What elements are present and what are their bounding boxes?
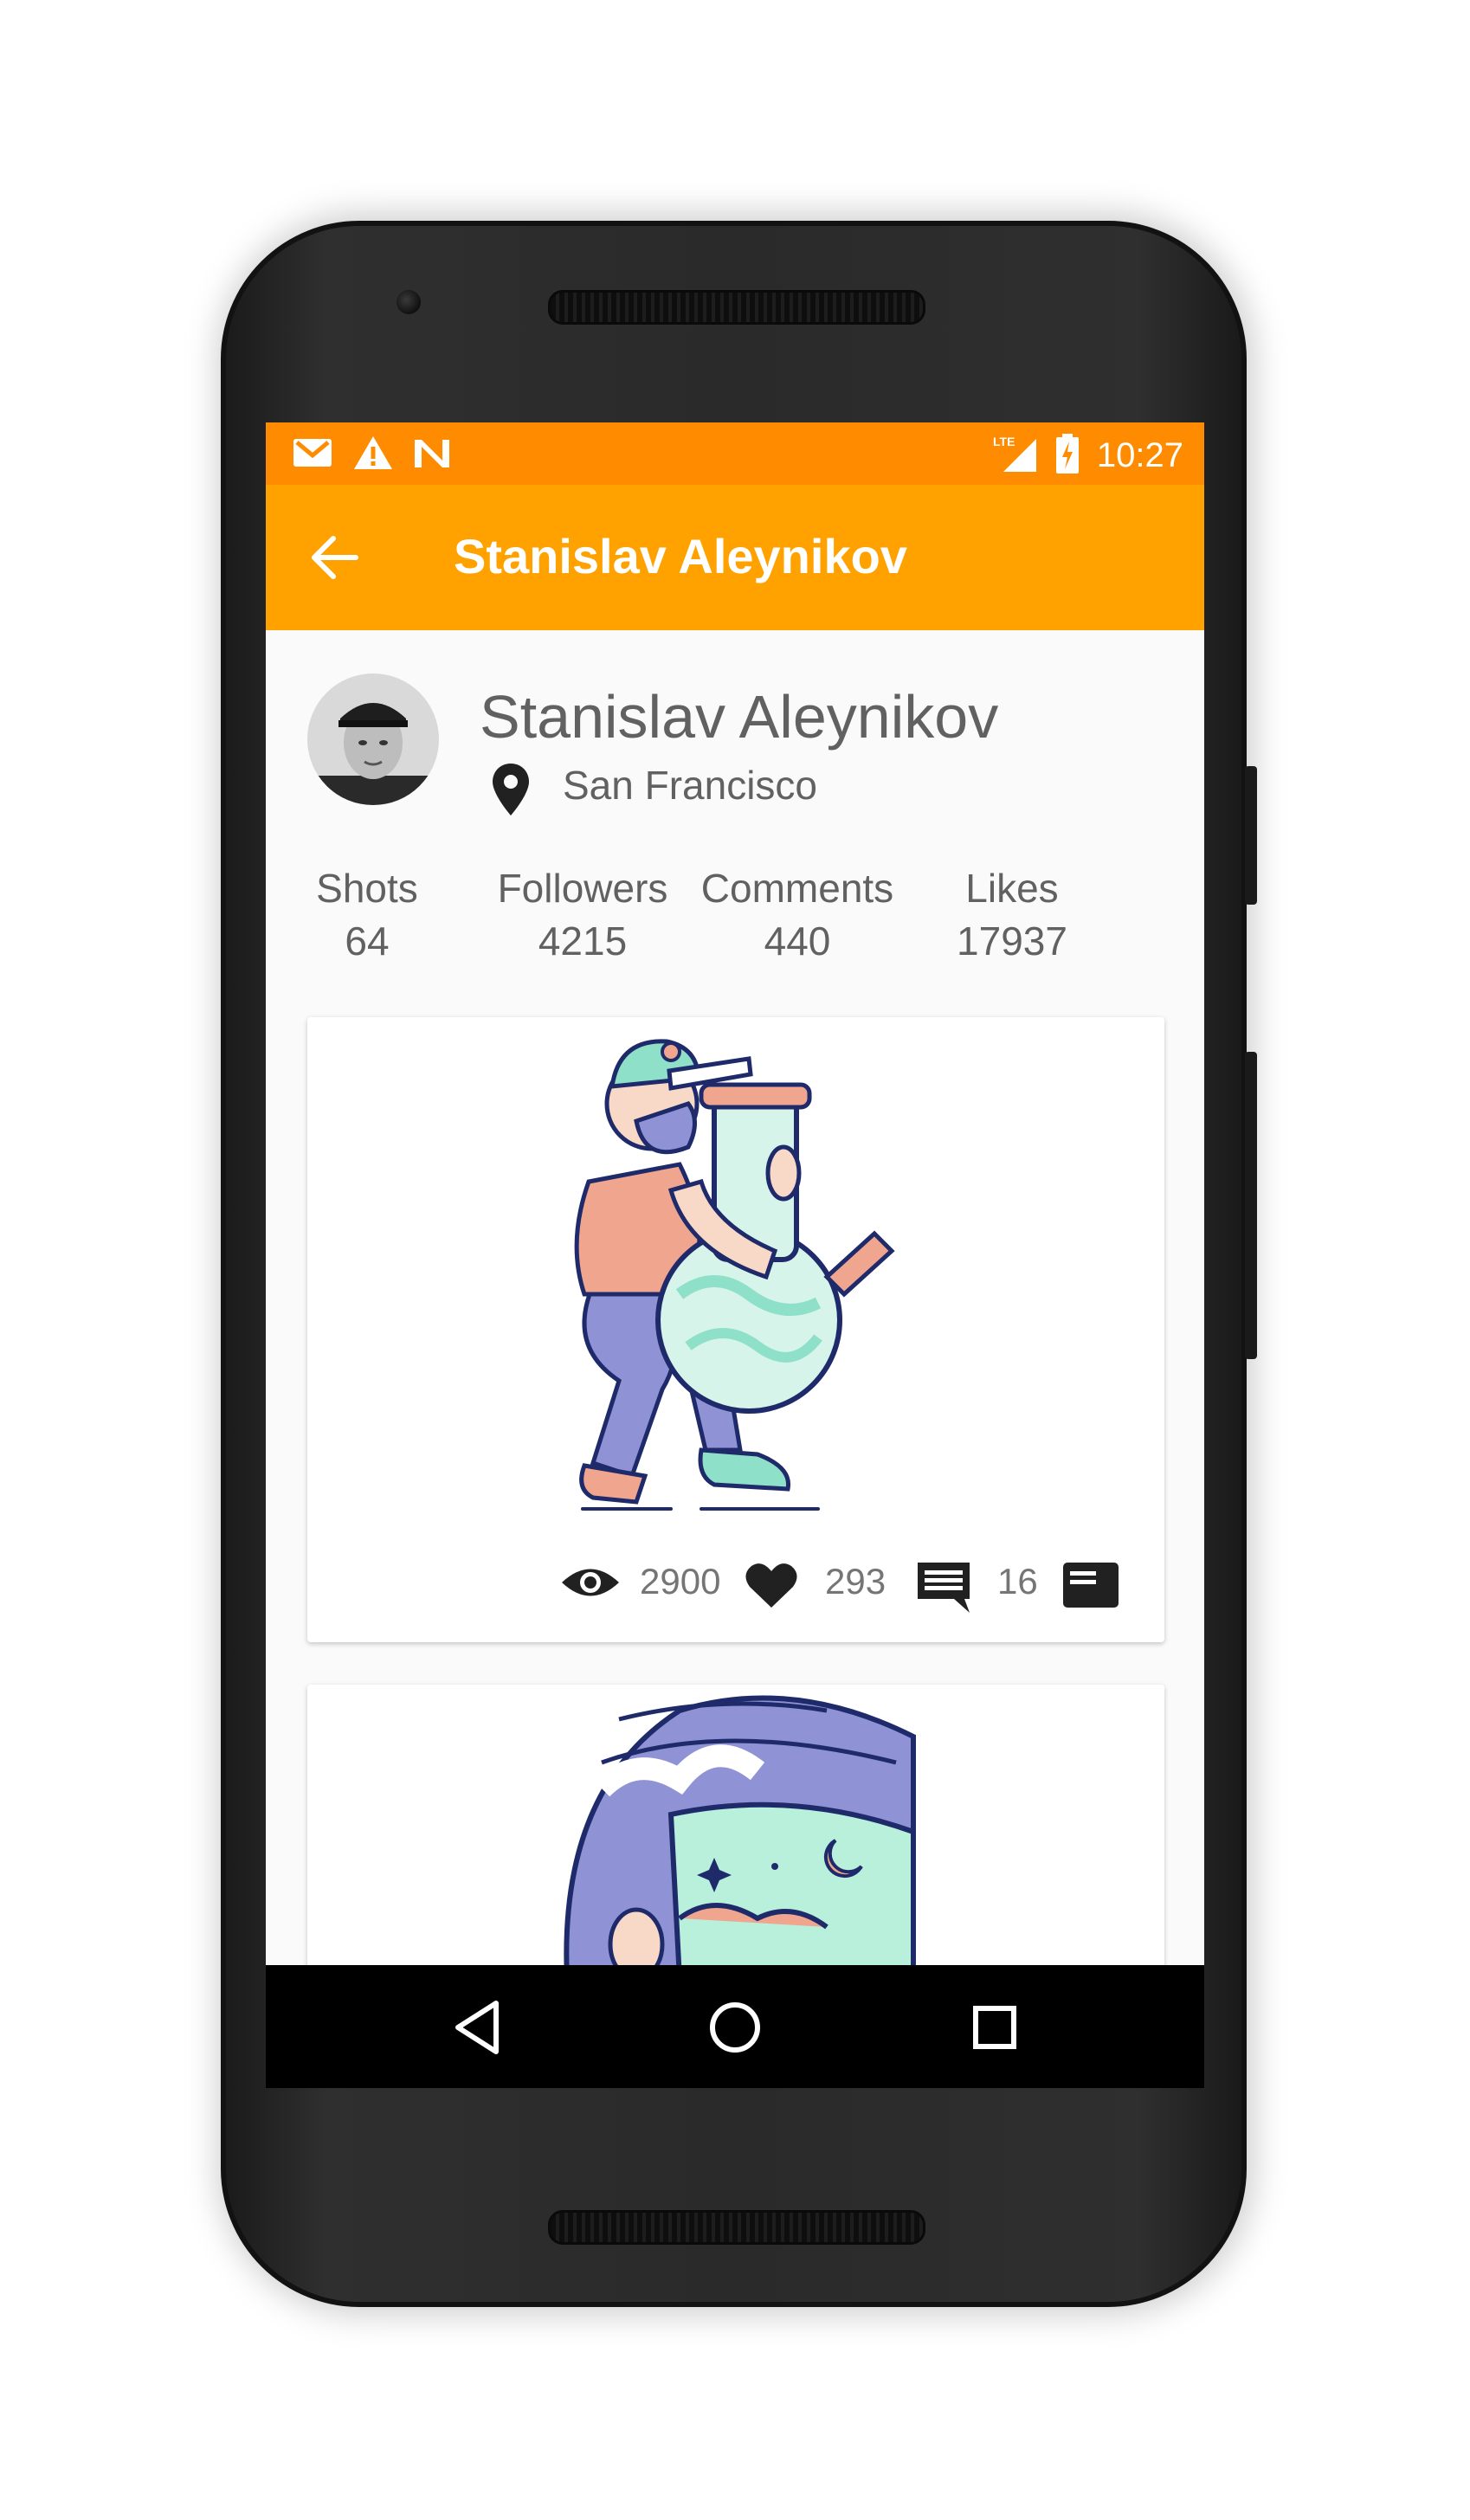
phone-screen: LTE 10:27 Stanislav Aleynikov Stanislav … <box>266 422 1204 2088</box>
status-clock: 10:27 <box>1096 436 1183 474</box>
power-button <box>1245 1052 1257 1359</box>
like-count: 293 <box>825 1561 887 1602</box>
warning-icon <box>352 435 394 475</box>
stat-label: Likes <box>965 866 1059 911</box>
battery-charging-icon <box>1055 433 1080 479</box>
svg-text:LTE: LTE <box>993 435 1015 448</box>
stat-label: Shots <box>316 866 418 911</box>
heart-icon[interactable] <box>745 1561 798 1614</box>
bottom-speaker <box>548 2210 925 2245</box>
comment-icon[interactable] <box>916 1561 971 1619</box>
comment-count: 16 <box>997 1561 1038 1602</box>
map-pin-icon <box>489 762 532 817</box>
stat-value: 440 <box>764 918 831 964</box>
nav-home-button[interactable] <box>704 1996 766 2059</box>
nav-recents-button[interactable] <box>964 1996 1026 2059</box>
back-button[interactable] <box>309 533 361 582</box>
bucket-icon[interactable] <box>1061 1561 1120 1614</box>
avatar[interactable] <box>307 674 439 805</box>
shot-card[interactable]: 2900 293 16 <box>307 1017 1164 1642</box>
gmail-icon <box>292 436 333 474</box>
stat-value: 17937 <box>957 918 1067 964</box>
top-speaker <box>548 290 925 325</box>
stat-value: 64 <box>345 918 390 964</box>
status-bar: LTE 10:27 <box>266 422 1204 485</box>
stat-comments[interactable]: Comments 440 <box>689 862 906 968</box>
n-icon <box>413 436 451 474</box>
stat-likes[interactable]: Likes 17937 <box>904 862 1120 968</box>
stat-value: 4215 <box>538 918 628 964</box>
stat-label: Followers <box>497 866 668 911</box>
stat-label: Comments <box>700 866 894 911</box>
stat-followers[interactable]: Followers 4215 <box>474 862 691 968</box>
shot-stats: 2900 293 16 <box>307 1554 1164 1614</box>
app-bar: Stanislav Aleynikov <box>266 485 1204 630</box>
lte-signal-icon: LTE <box>993 434 1038 478</box>
view-count: 2900 <box>640 1561 721 1602</box>
navigation-bar <box>266 1965 1204 2088</box>
back-triangle-icon <box>455 2001 499 2054</box>
app-title: Stanislav Aleynikov <box>454 529 907 583</box>
eye-icon <box>560 1561 621 1608</box>
front-camera <box>397 290 421 314</box>
profile-name: Stanislav Aleynikov <box>480 683 999 751</box>
profile-location: San Francisco <box>563 763 818 808</box>
recents-square-icon <box>973 2006 1016 2049</box>
arrow-back-icon <box>312 536 358 579</box>
home-circle-icon <box>710 2002 760 2053</box>
stat-shots[interactable]: Shots 64 <box>266 862 475 968</box>
nav-back-button[interactable] <box>448 1996 510 2059</box>
shot-illustration <box>574 1039 895 1511</box>
volume-button <box>1245 766 1257 905</box>
